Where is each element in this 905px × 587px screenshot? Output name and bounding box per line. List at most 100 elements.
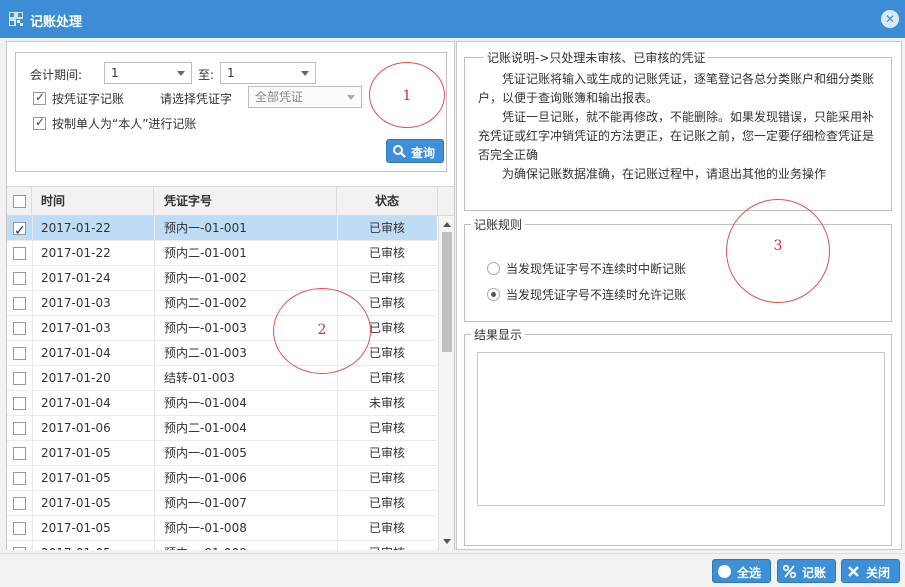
table-row[interactable]: 2017-01-05 预内一-01-009已审核 — [7, 541, 437, 550]
rule-allow-label[interactable]: 当发现凭证字号不连续时允许记账 — [506, 286, 686, 303]
table-row[interactable]: 2017-01-05 预内一-01-006 已审核 — [7, 466, 437, 491]
row-check-cell — [7, 291, 32, 315]
column-divider — [32, 216, 33, 550]
table-row[interactable]: 2017-01-22 预内二-01-001 已审核 — [7, 241, 437, 266]
row-status: 已审核 — [368, 421, 405, 435]
table-row[interactable]: 2017-01-05 预内一-01-008 已审核 — [7, 516, 437, 541]
row-voucher: 预内一-01-001 — [164, 221, 247, 235]
row-check-cell — [7, 516, 32, 540]
row-checkbox[interactable] — [13, 522, 26, 535]
row-status: 已审核 — [337, 541, 437, 550]
row-checkbox[interactable] — [13, 447, 26, 460]
row-status: 已审核 — [368, 246, 405, 260]
table-row[interactable]: 2017-01-04 预内一-01-004 未审核 — [7, 391, 437, 416]
annotation-label-1: 1 — [402, 88, 412, 104]
rule-interrupt-radio[interactable] — [487, 262, 500, 275]
column-header-status[interactable]: 状态 — [337, 187, 438, 215]
rule-allow-radio[interactable] — [487, 288, 500, 301]
annotation-circle-1: 1 — [369, 62, 445, 128]
annotation-label-3: 3 — [773, 238, 783, 254]
close-window-button[interactable]: ✕ — [881, 10, 899, 28]
column-divider — [337, 216, 338, 550]
row-date: 2017-01-05 — [41, 541, 151, 550]
row-checkbox[interactable] — [13, 272, 26, 285]
row-date: 2017-01-05 — [41, 446, 111, 460]
table-row[interactable]: 2017-01-06 预内二-01-004 已审核 — [7, 416, 437, 441]
query-button-label: 查询 — [411, 146, 436, 160]
table-row[interactable]: 2017-01-04 预内二-01-003 已审核 — [7, 341, 437, 366]
row-checkbox[interactable] — [13, 372, 26, 385]
close-icon: ✕ — [884, 12, 896, 26]
select-all-label: 全选 — [737, 566, 762, 580]
scroll-thumb[interactable] — [442, 232, 452, 352]
row-check-cell — [7, 266, 32, 290]
row-checkbox[interactable] — [13, 247, 26, 260]
row-voucher: 预内一-01-002 — [164, 271, 247, 285]
rule-interrupt-label[interactable]: 当发现凭证字号不连续时中断记账 — [506, 260, 686, 277]
row-status: 已审核 — [368, 496, 405, 510]
column-header-voucher[interactable]: 凭证字号 — [154, 187, 337, 215]
percent-icon — [782, 564, 797, 579]
period-to-select[interactable]: 1 — [220, 62, 316, 84]
row-voucher: 预内一-01-004 — [164, 396, 247, 410]
table-row[interactable]: 2017-01-05 预内一-01-005 已审核 — [7, 441, 437, 466]
scroll-up-icon[interactable] — [443, 222, 451, 227]
close-label: 关闭 — [866, 566, 891, 580]
row-checkbox[interactable] — [13, 497, 26, 510]
dialog-body: 会计期间: 1 至: 1 按凭证字记账 请选择凭证字 全部凭证 按制单人为“本人… — [0, 38, 905, 553]
row-date: 2017-01-05 — [41, 496, 111, 510]
scroll-down-icon[interactable] — [443, 539, 451, 544]
select-all-button[interactable]: 全选 — [712, 559, 771, 583]
table-row[interactable]: 2017-01-03 预内一-01-003 已审核 — [7, 316, 437, 341]
period-to-value: 1 — [227, 66, 235, 80]
result-box: 结果显示 — [464, 326, 892, 546]
row-checkbox[interactable] — [13, 297, 26, 310]
by-self-checkbox[interactable] — [33, 115, 46, 130]
row-date: 2017-01-04 — [41, 346, 111, 360]
table-row[interactable]: 2017-01-22 预内一-01-001 已审核 — [7, 216, 437, 241]
row-date: 2017-01-20 — [41, 371, 111, 385]
row-voucher: 预内二-01-004 — [164, 421, 247, 435]
search-icon — [393, 145, 406, 158]
result-textarea[interactable] — [477, 352, 885, 506]
grid-scrollbar[interactable] — [438, 216, 454, 550]
period-from-value: 1 — [111, 66, 119, 80]
row-check-cell — [7, 416, 32, 440]
row-checkbox[interactable] — [13, 472, 26, 485]
post-button[interactable]: 记账 — [777, 559, 836, 583]
table-row[interactable]: 2017-01-03 预内二-01-002 已审核 — [7, 291, 437, 316]
grid-header: 时间 凭证字号 状态 — [7, 186, 454, 216]
description-legend: 记账说明->只处理未审核、已审核的凭证 — [487, 51, 706, 65]
table-row[interactable]: 2017-01-05 预内一-01-007 已审核 — [7, 491, 437, 516]
query-button[interactable]: 查询 — [386, 139, 444, 163]
to-label: 至: — [198, 68, 215, 82]
table-row[interactable]: 2017-01-20 结转-01-003 已审核 — [7, 366, 437, 391]
row-date: 2017-01-22 — [41, 221, 111, 235]
voucher-type-value: 全部凭证 — [255, 90, 304, 104]
grid-qr-icon — [9, 12, 23, 26]
row-checkbox[interactable] — [13, 397, 26, 410]
row-checkbox[interactable] — [13, 547, 26, 550]
by-voucher-checkbox[interactable] — [33, 90, 46, 105]
chevron-down-icon — [177, 71, 185, 76]
period-from-select[interactable]: 1 — [104, 62, 192, 84]
row-checkbox[interactable] — [13, 322, 26, 335]
voucher-type-select[interactable]: 全部凭证 — [248, 86, 362, 108]
row-checkbox[interactable] — [13, 422, 26, 435]
annotation-label-2: 2 — [317, 322, 327, 338]
column-header-time[interactable]: 时间 — [32, 187, 154, 215]
row-status: 已审核 — [368, 271, 405, 285]
posting-rules: 记账规则 当发现凭证字号不连续时中断记账 当发现凭证字号不连续时允许记账 — [464, 216, 892, 322]
voucher-grid: 时间 凭证字号 状态 2017-01-22预内一-01-001已审核2017-0… — [7, 186, 454, 550]
table-row[interactable]: 2017-01-24 预内一-01-002 已审核 — [7, 266, 437, 291]
row-date: 2017-01-06 — [41, 421, 111, 435]
row-check-cell — [7, 366, 32, 390]
window-titlebar: 记账处理 ✕ — [0, 0, 905, 38]
row-status: 已审核 — [368, 221, 405, 235]
grid-header-check-col — [7, 187, 32, 215]
row-checkbox[interactable] — [13, 347, 26, 360]
close-button[interactable]: 关闭 — [841, 559, 900, 583]
row-check-cell — [7, 241, 32, 265]
row-checkbox[interactable] — [13, 219, 26, 240]
row-voucher: 预内一-01-005 — [164, 446, 247, 460]
